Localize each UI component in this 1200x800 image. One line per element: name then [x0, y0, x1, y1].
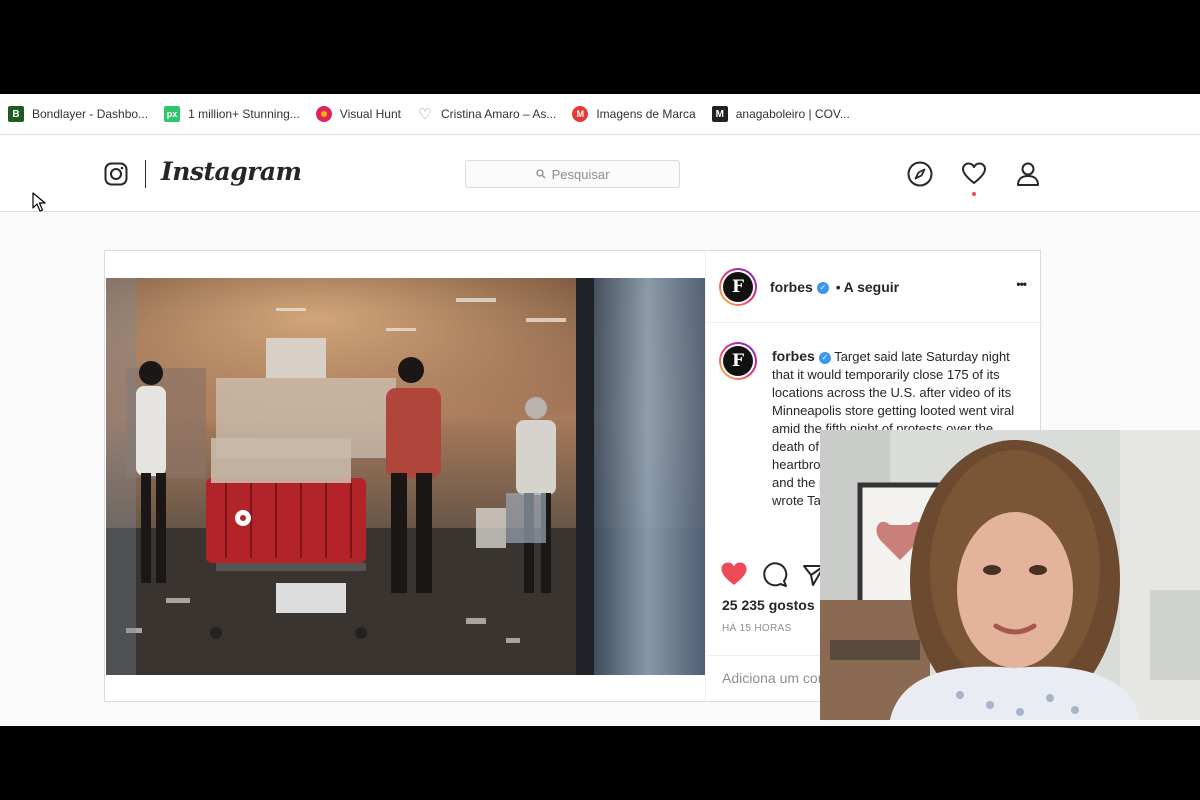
bookmark-label: Cristina Amaro – As...	[440, 107, 557, 121]
search-placeholder: Pesquisar	[551, 166, 610, 182]
avatar[interactable]: F	[719, 268, 757, 306]
webcam-feed	[820, 430, 1200, 720]
webcam-video-overlay	[820, 430, 1200, 720]
imagens-de-marca-icon: M	[572, 106, 589, 122]
instagram-camera-icon[interactable]	[104, 162, 128, 186]
post-username[interactable]: forbes	[770, 279, 813, 295]
notification-dot	[972, 192, 976, 196]
bookmark-bondlayer[interactable]: B Bondlayer - Dashbo...	[8, 106, 148, 122]
post-header: F forbes ✓ • A seguir •••	[706, 251, 1042, 323]
post-photo[interactable]	[106, 278, 705, 675]
bookmark-imagens-de-marca[interactable]: M Imagens de Marca	[572, 106, 696, 122]
bookmark-visualhunt[interactable]: Visual Hunt	[315, 106, 401, 122]
medium-icon: M	[711, 106, 728, 122]
verified-badge-icon: ✓	[816, 282, 829, 295]
heart-outline-icon: ♡	[418, 106, 432, 123]
bookmark-label: 1 million+ Stunning...	[188, 107, 300, 121]
bookmark-cristina-amaro[interactable]: ♡ Cristina Amaro – As...	[417, 106, 557, 123]
mouse-cursor-icon	[32, 192, 46, 212]
bookmark-pixabay[interactable]: px 1 million+ Stunning...	[164, 106, 300, 122]
bookmark-anagaboleiro[interactable]: M anagaboleiro | COV...	[711, 106, 850, 122]
likes-count[interactable]: 25 235 gostos	[722, 597, 815, 613]
bookmarks-bar: B Bondlayer - Dashbo... px 1 million+ St…	[0, 94, 1200, 135]
instagram-header: Instagram Pesquisar	[0, 135, 1200, 212]
bondlayer-icon: B	[8, 106, 24, 122]
liked-heart-icon[interactable]	[720, 561, 748, 587]
visualhunt-icon	[315, 106, 332, 122]
bookmark-label: Imagens de Marca	[596, 107, 696, 121]
verified-badge-icon: ✓	[818, 351, 831, 364]
activity-heart-icon[interactable]	[961, 161, 987, 187]
screen: B Bondlayer - Dashbo... px 1 million+ St…	[0, 0, 1200, 800]
instagram-wordmark[interactable]: Instagram	[161, 157, 302, 186]
dot-separator: •	[835, 279, 841, 295]
following-button[interactable]: A seguir	[844, 279, 900, 295]
explore-compass-icon[interactable]	[907, 161, 933, 187]
caption-username[interactable]: forbes	[772, 348, 815, 364]
profile-icon[interactable]	[1015, 161, 1041, 187]
caption-avatar[interactable]: F	[719, 342, 757, 380]
avatar-letter: F	[723, 346, 753, 376]
more-options-icon[interactable]: •••	[1016, 277, 1027, 291]
search-input[interactable]: Pesquisar	[465, 160, 680, 188]
bookmark-label: Visual Hunt	[339, 107, 401, 121]
avatar-letter: F	[723, 272, 753, 302]
bookmark-label: anagaboleiro | COV...	[735, 107, 850, 121]
bookmark-label: Bondlayer - Dashbo...	[32, 107, 149, 121]
post-image	[106, 278, 705, 675]
logo-divider	[145, 160, 146, 188]
comment-icon[interactable]	[762, 562, 788, 588]
search-icon	[535, 169, 546, 179]
pixabay-icon: px	[164, 106, 181, 122]
post-timestamp: HÁ 15 HORAS	[722, 623, 792, 634]
